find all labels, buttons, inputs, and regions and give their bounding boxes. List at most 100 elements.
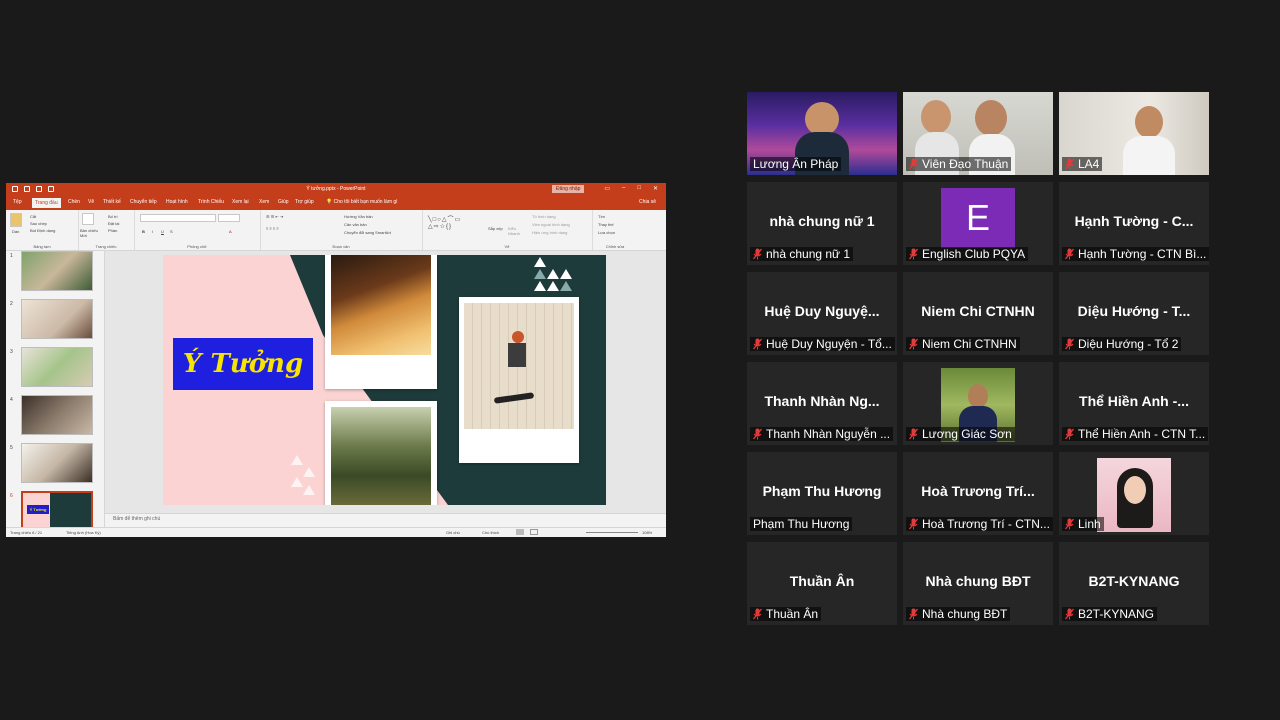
text-direction-button[interactable]: Hướng Văn bản [344, 214, 373, 219]
participant-tile[interactable]: B2T-KYNANG B2T-KYNANG [1059, 542, 1209, 625]
signin-button[interactable]: Đăng nhập [552, 185, 585, 193]
minimize-icon[interactable]: – [622, 185, 625, 192]
participant-tile[interactable]: LA4 [1059, 92, 1209, 175]
participant-nameplate: Lương Ân Pháp [750, 157, 842, 171]
italic-icon[interactable]: I [152, 229, 153, 234]
ribbon-display-icon[interactable]: ▭ [604, 185, 610, 192]
shape-fill-button[interactable]: Tô hình dạng [532, 214, 556, 219]
arrange-button[interactable]: Sắp xếp [488, 226, 504, 231]
new-slide-icon[interactable] [82, 213, 94, 225]
shape-effects-button[interactable]: Hiệu ứng hình dạng [532, 230, 567, 235]
slide-title-box[interactable]: Ý Tưởng [173, 338, 313, 390]
sorter-view-icon[interactable] [530, 529, 538, 535]
participant-tile[interactable]: Thể Hiền Anh -... Thể Hiền Anh - CTN T... [1059, 362, 1209, 445]
current-slide[interactable]: Ý Tưởng [163, 255, 606, 505]
photo-frame-forest[interactable] [325, 401, 437, 505]
reset-button[interactable]: Đặt lại [108, 221, 119, 226]
participant-name: Hoà Trương Trí - CTN... [922, 517, 1050, 531]
tab-help[interactable]: Giúp [278, 199, 289, 205]
photo-frame-skater[interactable] [459, 297, 579, 463]
align-icons[interactable]: ≡ ≡ ≡ ≡ [266, 226, 279, 231]
tab-transitions[interactable]: Chuyển tiếp [130, 199, 157, 205]
smartart-button[interactable]: Chuyển đổi sang SmartArt [344, 230, 391, 235]
thumb-title-badge: Ý Tưởng [27, 505, 49, 514]
participant-tile[interactable]: Nhà chung BĐT Nhà chung BĐT [903, 542, 1053, 625]
font-color-icon[interactable]: A [229, 229, 232, 234]
participant-tile[interactable]: Phạm Thu Hương Phạm Thu Hương [747, 452, 897, 535]
tab-slideshow[interactable]: Trình Chiếu [198, 199, 224, 205]
slide-thumbnail[interactable] [21, 395, 93, 435]
tab-home[interactable]: Trang đầu [32, 198, 61, 208]
bullets-icon[interactable]: ☰ ☰ ⇤ ⇥ [266, 214, 283, 219]
participant-tile[interactable]: Lương Ân Pháp [747, 92, 897, 175]
slide-thumbnail[interactable] [21, 443, 93, 483]
participant-tile[interactable]: Huệ Duy Nguyệ... Huệ Duy Nguyện - Tổ... [747, 272, 897, 355]
share-button[interactable]: Chia sẻ [639, 199, 656, 205]
tell-me-box[interactable]: 💡 Cho tôi biết bạn muốn làm gì [326, 199, 398, 205]
participant-tile[interactable]: E English Club PQYA [903, 182, 1053, 265]
participant-tile[interactable]: Niem Chi CTNHN Niem Chi CTNHN [903, 272, 1053, 355]
thumb-number: 6 [10, 493, 13, 499]
shadow-icon[interactable]: S [170, 229, 173, 234]
normal-view-icon[interactable] [516, 529, 524, 535]
shape-outline-button[interactable]: Viền ngoài hình dạng [532, 222, 570, 227]
tab-insert[interactable]: Chèn [68, 199, 80, 205]
mic-muted-icon [753, 338, 762, 350]
participant-tile[interactable]: Lương Giác Sơn [903, 362, 1053, 445]
participant-tile[interactable]: Hạnh Tường - C... Hạnh Tường - CTN Bì... [1059, 182, 1209, 265]
underline-icon[interactable]: U [161, 229, 164, 234]
photo-frame-desert[interactable] [325, 255, 437, 389]
tab-file[interactable]: Tệp [13, 199, 22, 205]
participant-name: Lương Ân Pháp [753, 157, 839, 171]
tab-support[interactable]: Trợ giúp [295, 199, 314, 205]
select-button[interactable]: Lựa chọn [598, 230, 615, 235]
tab-view[interactable]: Xem [259, 199, 269, 205]
participant-display-name: Hạnh Tường - C... [1074, 213, 1194, 229]
slide-thumbnail-active[interactable]: Ý Tưởng [21, 491, 93, 531]
replace-button[interactable]: Thay thế [598, 222, 614, 227]
tab-review[interactable]: Xem lại [232, 199, 249, 205]
format-painter-button[interactable]: Bút Định dạng [30, 228, 55, 233]
close-icon[interactable]: ✕ [653, 185, 658, 192]
font-name-input[interactable] [140, 214, 216, 222]
section-button[interactable]: Phần [108, 228, 117, 233]
quick-styles-button[interactable]: Kiểu Nhanh [508, 226, 524, 236]
layout-button[interactable]: Bố trí [108, 214, 118, 219]
slide-thumbnail[interactable] [21, 299, 93, 339]
status-notes-button[interactable]: Ghi chú [446, 530, 460, 535]
cut-button[interactable]: Cắt [30, 214, 36, 219]
participant-tile[interactable]: Diệu Hướng - T... Diệu Hướng - Tổ 2 [1059, 272, 1209, 355]
status-comments-button[interactable]: Chú thích [482, 530, 499, 535]
drawing-group: ╲□○△⌒▭ △⇨☆{} Sắp xếp Kiểu Nhanh Tô hình … [422, 210, 593, 250]
paste-button[interactable]: Dán [12, 229, 19, 234]
participant-display-name: Phạm Thu Hương [762, 483, 882, 499]
bold-icon[interactable]: B [142, 229, 145, 234]
copy-button[interactable]: Sao chép [30, 221, 47, 226]
zoom-slider[interactable] [586, 532, 638, 533]
paste-icon[interactable] [10, 213, 22, 227]
new-slide-button[interactable]: Bản chiếu Mới [80, 228, 102, 238]
notes-pane[interactable]: Bấm để thêm ghi chú [105, 513, 666, 526]
slide-thumbnail[interactable] [21, 347, 93, 387]
tab-draw[interactable]: Vẽ [88, 199, 94, 205]
font-size-input[interactable] [218, 214, 240, 222]
participant-tile[interactable]: Hoà Trương Trí... Hoà Trương Trí - CTN... [903, 452, 1053, 535]
maximize-icon[interactable]: □ [637, 185, 641, 192]
shapes-gallery[interactable]: ╲□○△⌒▭ [428, 214, 461, 223]
skateboard [493, 392, 535, 404]
tab-animations[interactable]: Hoạt hình [166, 199, 188, 205]
align-text-button[interactable]: Căn văn bản [344, 222, 367, 227]
participant-tile[interactable]: Thanh Nhàn Ng... Thanh Nhàn Nguyễn ... [747, 362, 897, 445]
find-button[interactable]: Tìm [598, 214, 605, 219]
tab-design[interactable]: Thiết kế [103, 199, 121, 205]
shapes-gallery-row2[interactable]: △⇨☆{} [428, 223, 452, 230]
participant-nameplate: Linh [1062, 517, 1104, 531]
slide-thumbnail[interactable] [21, 251, 93, 291]
participant-tile[interactable]: Linh [1059, 452, 1209, 535]
participant-tile[interactable]: nhà chung nữ 1 nhà chung nữ 1 [747, 182, 897, 265]
participant-tile[interactable]: Thuần Ân Thuần Ân [747, 542, 897, 625]
thumb-number: 4 [10, 397, 13, 403]
participant-nameplate: Hạnh Tường - CTN Bì... [1062, 247, 1209, 261]
participant-tile[interactable]: Viên Đạo Thuận [903, 92, 1053, 175]
drawing-group-label: Vẽ [504, 244, 510, 249]
